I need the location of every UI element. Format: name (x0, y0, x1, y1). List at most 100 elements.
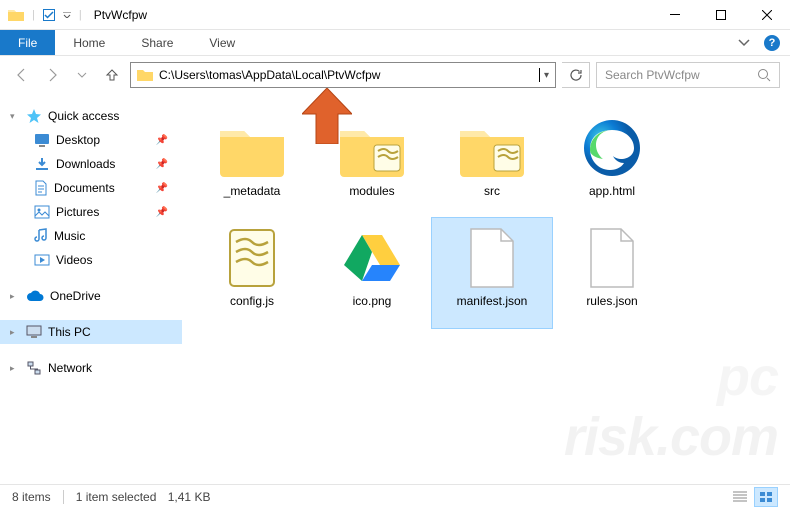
file-item-rules-json[interactable]: rules.json (552, 218, 672, 328)
sidebar: ▾ Quick access Desktop 📌 Downloads 📌 Doc… (0, 94, 182, 484)
tab-share[interactable]: Share (123, 30, 191, 55)
status-count: 8 items (12, 490, 51, 504)
ribbon: File Home Share View ? (0, 30, 790, 56)
maximize-button[interactable] (698, 0, 744, 30)
sidebar-onedrive[interactable]: ▸ OneDrive (0, 284, 182, 308)
window-title: PtvWcfpw (94, 8, 147, 22)
desktop-icon (34, 133, 50, 147)
chevron-right-icon[interactable]: ▸ (10, 363, 20, 374)
sidebar-item-music[interactable]: Music (0, 224, 182, 248)
titlebar: | | PtvWcfpw (0, 0, 790, 30)
sidebar-this-pc[interactable]: ▸ This PC (0, 320, 182, 344)
chevron-right-icon[interactable]: ▸ (10, 291, 20, 302)
pin-icon: 📌 (156, 183, 168, 194)
address-dropdown-icon[interactable]: ▾ (544, 70, 549, 81)
star-icon (26, 108, 42, 124)
cloud-icon (26, 290, 44, 302)
sidebar-item-label: Pictures (56, 205, 99, 219)
address-bar[interactable]: C:\Users\tomas\AppData\Local\PtvWcfpw ▾ (130, 62, 556, 88)
recent-dropdown-icon[interactable] (70, 63, 94, 87)
sidebar-label: This PC (48, 325, 91, 339)
file-item-config-js[interactable]: config.js (192, 218, 312, 328)
sidebar-item-label: Music (54, 229, 85, 243)
network-icon (26, 361, 42, 375)
minimize-button[interactable] (652, 0, 698, 30)
sidebar-item-label: Documents (54, 181, 115, 195)
sidebar-item-label: Desktop (56, 133, 100, 147)
status-size: 1,41 KB (168, 490, 211, 504)
sidebar-label: OneDrive (50, 289, 101, 303)
chevron-right-icon[interactable]: ▸ (10, 327, 20, 338)
folder-icon (137, 68, 153, 82)
music-icon (34, 228, 48, 244)
file-item--metadata[interactable]: _metadata (192, 108, 312, 218)
pin-icon: 📌 (156, 159, 168, 170)
tab-home[interactable]: Home (55, 30, 123, 55)
divider (63, 490, 64, 504)
qat-sep-2: | (79, 9, 82, 21)
file-label: config.js (230, 294, 274, 308)
file-label: manifest.json (457, 294, 528, 308)
qat-dropdown-icon[interactable] (63, 12, 71, 18)
file-type-icon (336, 226, 408, 290)
folder-icon (8, 8, 24, 22)
sidebar-item-documents[interactable]: Documents 📌 (0, 176, 182, 200)
sidebar-label: Quick access (48, 109, 119, 123)
downloads-icon (34, 157, 50, 171)
file-item-ico-png[interactable]: ico.png (312, 218, 432, 328)
file-label: modules (349, 184, 394, 198)
file-type-icon (456, 226, 528, 290)
file-grid: _metadata modules src app.html config.js ico.… (182, 94, 790, 484)
file-label: rules.json (586, 294, 637, 308)
close-button[interactable] (744, 0, 790, 30)
ribbon-expand-icon[interactable] (738, 39, 750, 47)
sidebar-item-videos[interactable]: Videos (0, 248, 182, 272)
pictures-icon (34, 205, 50, 219)
sidebar-quick-access[interactable]: ▾ Quick access (0, 104, 182, 128)
sidebar-network[interactable]: ▸ Network (0, 356, 182, 380)
file-type-icon (576, 116, 648, 180)
text-cursor (539, 68, 540, 82)
file-label: _metadata (224, 184, 281, 198)
file-item-manifest-json[interactable]: manifest.json (432, 218, 552, 328)
search-icon (757, 68, 771, 82)
file-label: src (484, 184, 500, 198)
icons-view-button[interactable] (754, 487, 778, 507)
sidebar-label: Network (48, 361, 92, 375)
refresh-button[interactable] (562, 62, 590, 88)
pc-icon (26, 325, 42, 339)
tab-view[interactable]: View (191, 30, 253, 55)
chevron-down-icon[interactable]: ▾ (10, 111, 20, 122)
address-text: C:\Users\tomas\AppData\Local\PtvWcfpw (159, 68, 538, 82)
forward-button[interactable] (40, 63, 64, 87)
up-button[interactable] (100, 63, 124, 87)
file-label: ico.png (353, 294, 392, 308)
file-item-app-html[interactable]: app.html (552, 108, 672, 218)
sidebar-item-desktop[interactable]: Desktop 📌 (0, 128, 182, 152)
statusbar: 8 items 1 item selected 1,41 KB (0, 484, 790, 508)
file-type-icon (576, 226, 648, 290)
annotation-arrow-icon (302, 88, 352, 144)
file-tab[interactable]: File (0, 30, 55, 55)
search-placeholder: Search PtvWcfpw (605, 68, 757, 82)
details-view-button[interactable] (728, 487, 752, 507)
sidebar-item-label: Downloads (56, 157, 115, 171)
videos-icon (34, 254, 50, 266)
file-type-icon (216, 116, 288, 180)
status-selection: 1 item selected (76, 490, 157, 504)
sidebar-item-downloads[interactable]: Downloads 📌 (0, 152, 182, 176)
pin-icon: 📌 (156, 207, 168, 218)
qat-sep: | (32, 9, 35, 21)
search-input[interactable]: Search PtvWcfpw (596, 62, 780, 88)
navbar: C:\Users\tomas\AppData\Local\PtvWcfpw ▾ … (0, 56, 790, 94)
sidebar-item-pictures[interactable]: Pictures 📌 (0, 200, 182, 224)
sidebar-item-label: Videos (56, 253, 92, 267)
file-label: app.html (589, 184, 635, 198)
checkbox-icon[interactable] (43, 9, 55, 21)
file-type-icon (216, 226, 288, 290)
file-item-src[interactable]: src (432, 108, 552, 218)
pin-icon: 📌 (156, 135, 168, 146)
back-button[interactable] (10, 63, 34, 87)
documents-icon (34, 180, 48, 196)
help-icon[interactable]: ? (764, 35, 780, 51)
